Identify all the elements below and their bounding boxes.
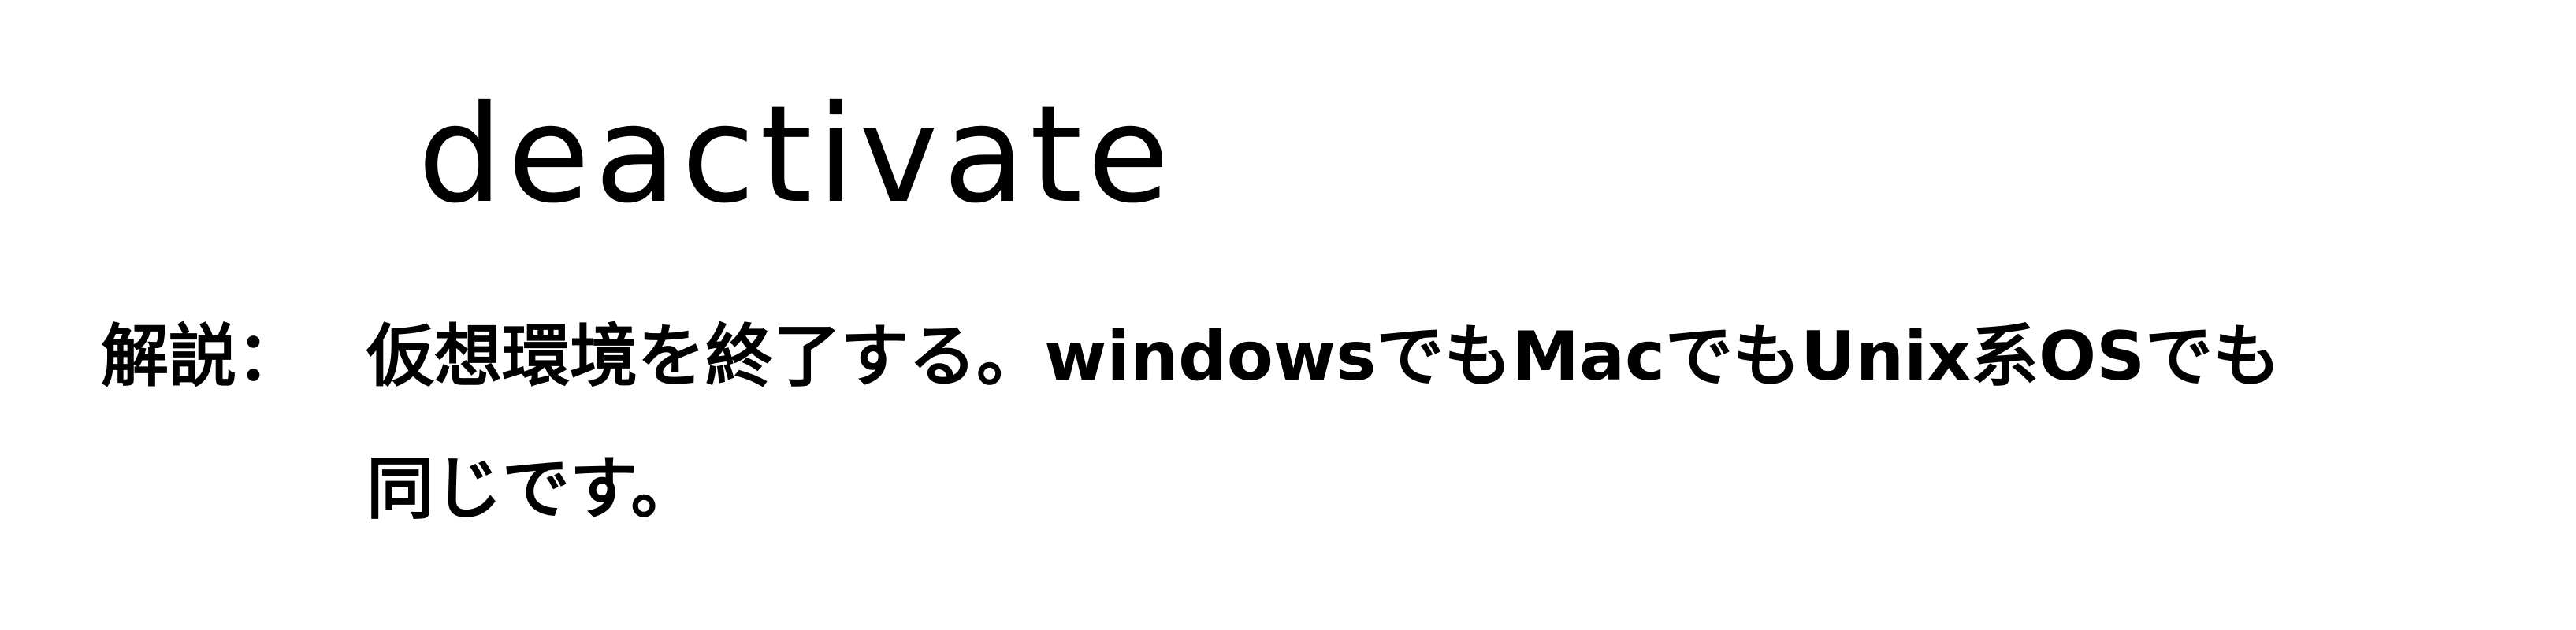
- explanation-label: 解説：: [101, 317, 304, 396]
- explanation-line-2: 同じです。: [366, 450, 699, 528]
- command-title: deactivate: [418, 77, 1175, 233]
- explanation-line-1: 仮想環境を終了する。windowsでもMacでもUnix系OSでも: [366, 317, 2281, 396]
- document-page: deactivate 解説： 仮想環境を終了する。windowsでもMacでもU…: [0, 0, 2576, 630]
